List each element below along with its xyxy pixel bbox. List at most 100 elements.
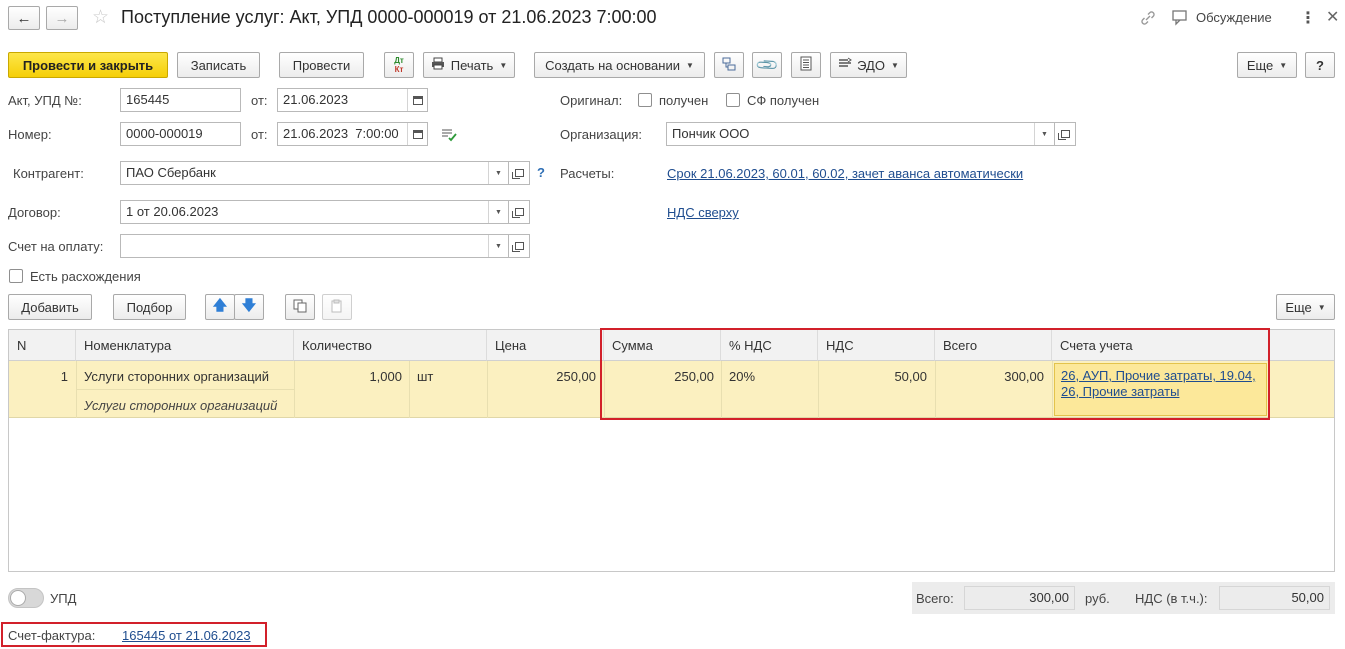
column-header-price[interactable]: Цена	[487, 330, 604, 361]
structure-icon	[722, 57, 736, 74]
forward-button[interactable]: →	[46, 6, 78, 30]
column-header-item[interactable]: Номенклатура	[76, 330, 294, 361]
accounts-link-line2[interactable]: 26, Прочие затраты	[1061, 384, 1260, 399]
edo-button[interactable]: ЭДО ▼	[830, 52, 907, 78]
doc-datetime-field[interactable]: 21.06.2023 7:00:00	[277, 122, 428, 146]
column-header-vat[interactable]: НДС	[818, 330, 935, 361]
invoice-payment-open-button[interactable]	[508, 234, 530, 258]
cell-accounts[interactable]: 26, АУП, Прочие затраты, 19.04, 26, Проч…	[1054, 363, 1267, 416]
chevron-down-icon[interactable]: ▼	[488, 235, 508, 257]
discrepancy-checkbox[interactable]	[9, 269, 23, 283]
cell-item[interactable]: Услуги сторонних организаций	[84, 369, 269, 384]
open-icon	[511, 208, 524, 218]
upd-toggle[interactable]	[8, 588, 44, 608]
counterparty-help-icon[interactable]: ?	[537, 165, 545, 180]
cell-qty[interactable]: 1,000	[294, 369, 402, 384]
cell-sum[interactable]: 250,00	[604, 369, 714, 384]
cell-unit[interactable]: шт	[417, 369, 433, 384]
counterparty-open-button[interactable]	[508, 161, 530, 185]
vat-on-top-link[interactable]: НДС сверху	[667, 205, 739, 220]
arrow-left-icon: ←	[16, 9, 32, 27]
invoice-link[interactable]: 165445 от 21.06.2023	[122, 628, 251, 643]
copy-row-button[interactable]	[285, 294, 315, 320]
total-label: Всего:	[916, 591, 954, 606]
dt-kt-button[interactable]: Дт Кт	[384, 52, 414, 78]
paperclip-icon: 📎	[754, 52, 780, 78]
original-label: Оригинал:	[560, 93, 623, 108]
organization-open-button[interactable]	[1054, 122, 1076, 146]
save-button[interactable]: Записать	[177, 52, 260, 78]
attach-button[interactable]: 📎	[752, 52, 782, 78]
calendar-icon[interactable]	[407, 89, 427, 111]
number-field[interactable]: 0000-000019	[120, 122, 241, 146]
column-header-sum[interactable]: Сумма	[604, 330, 721, 361]
add-row-button[interactable]: Добавить	[8, 294, 92, 320]
cell-total[interactable]: 300,00	[935, 369, 1044, 384]
cell-item-content[interactable]: Услуги сторонних организаций	[84, 398, 277, 413]
arrow-right-icon: →	[54, 9, 70, 27]
act-date-field[interactable]: 21.06.2023	[277, 88, 428, 112]
doc-date-label: от:	[251, 127, 268, 142]
structure-button[interactable]	[714, 52, 744, 78]
chevron-down-icon: ▼	[685, 60, 694, 70]
discussion-link[interactable]: Обсуждение	[1196, 10, 1272, 25]
chevron-down-icon: ▼	[890, 60, 899, 70]
paste-row-button[interactable]	[322, 294, 352, 320]
chevron-down-icon[interactable]: ▼	[1034, 123, 1054, 145]
settlements-link[interactable]: Срок 21.06.2023, 60.01, 60.02, зачет ава…	[667, 166, 1023, 181]
chevron-down-icon[interactable]: ▼	[488, 162, 508, 184]
back-button[interactable]: ←	[8, 6, 40, 30]
column-header-accounts[interactable]: Счета учета	[1052, 330, 1270, 361]
counterparty-label: Контрагент:	[13, 166, 84, 181]
original-received-checkbox[interactable]	[638, 93, 652, 107]
invoice-payment-field[interactable]: ▼	[120, 234, 509, 258]
favorite-star-icon[interactable]: ☆	[92, 6, 109, 29]
more-vertical-icon[interactable]: ⋮	[1300, 8, 1316, 28]
total-field: 300,00	[964, 586, 1075, 610]
post-button[interactable]: Провести	[279, 52, 364, 78]
report-icon	[800, 56, 812, 74]
act-number-field[interactable]: 165445	[120, 88, 241, 112]
cell-vat[interactable]: 50,00	[818, 369, 927, 384]
create-based-on-button[interactable]: Создать на основании ▼	[534, 52, 705, 78]
open-icon	[1057, 130, 1070, 140]
pick-button[interactable]: Подбор	[113, 294, 186, 320]
accounts-link-line1[interactable]: 26, АУП, Прочие затраты, 19.04,	[1061, 368, 1260, 383]
discrepancy-label: Есть расхождения	[30, 269, 141, 284]
organization-label: Организация:	[560, 127, 643, 142]
copy-icon	[293, 299, 307, 316]
column-header-qty[interactable]: Количество	[294, 330, 487, 361]
more-button[interactable]: Еще ▼	[1237, 52, 1297, 78]
cell-n: 1	[60, 369, 68, 384]
table-more-button[interactable]: Еще ▼	[1276, 294, 1335, 320]
close-icon[interactable]: ✕	[1326, 7, 1339, 27]
page-title: Поступление услуг: Акт, УПД 0000-000019 …	[121, 7, 657, 27]
link-icon[interactable]	[1139, 9, 1157, 30]
report-button[interactable]	[791, 52, 821, 78]
upd-label: УПД	[50, 591, 77, 606]
calendar-icon[interactable]	[407, 123, 427, 145]
move-down-button[interactable]: 🡇	[234, 294, 264, 320]
counterparty-field[interactable]: ПАО Сбербанк ▼	[120, 161, 509, 185]
check-list-icon[interactable]	[441, 128, 457, 145]
original-received-label: получен	[659, 93, 709, 108]
column-header-total[interactable]: Всего	[935, 330, 1052, 361]
cell-price[interactable]: 250,00	[487, 369, 596, 384]
print-button[interactable]: Печать ▼	[423, 52, 515, 78]
column-header-vat-rate[interactable]: % НДС	[721, 330, 818, 361]
chevron-down-icon[interactable]: ▼	[488, 201, 508, 223]
sf-received-checkbox[interactable]	[726, 93, 740, 107]
currency-label: руб.	[1085, 591, 1110, 606]
contract-open-button[interactable]	[508, 200, 530, 224]
contract-field[interactable]: 1 от 20.06.2023 ▼	[120, 200, 509, 224]
move-up-button[interactable]: 🡅	[205, 294, 235, 320]
help-button[interactable]: ?	[1305, 52, 1335, 78]
settlements-label: Расчеты:	[560, 166, 615, 181]
cell-vat-rate[interactable]: 20%	[729, 369, 755, 384]
discussion-icon[interactable]	[1172, 10, 1190, 29]
contract-label: Договор:	[8, 205, 61, 220]
organization-field[interactable]: Пончик ООО ▼	[666, 122, 1055, 146]
post-and-close-button[interactable]: Провести и закрыть	[8, 52, 168, 78]
column-header-n[interactable]: N	[9, 330, 76, 361]
services-table[interactable]: N Номенклатура Количество Цена Сумма % Н…	[8, 329, 1335, 572]
